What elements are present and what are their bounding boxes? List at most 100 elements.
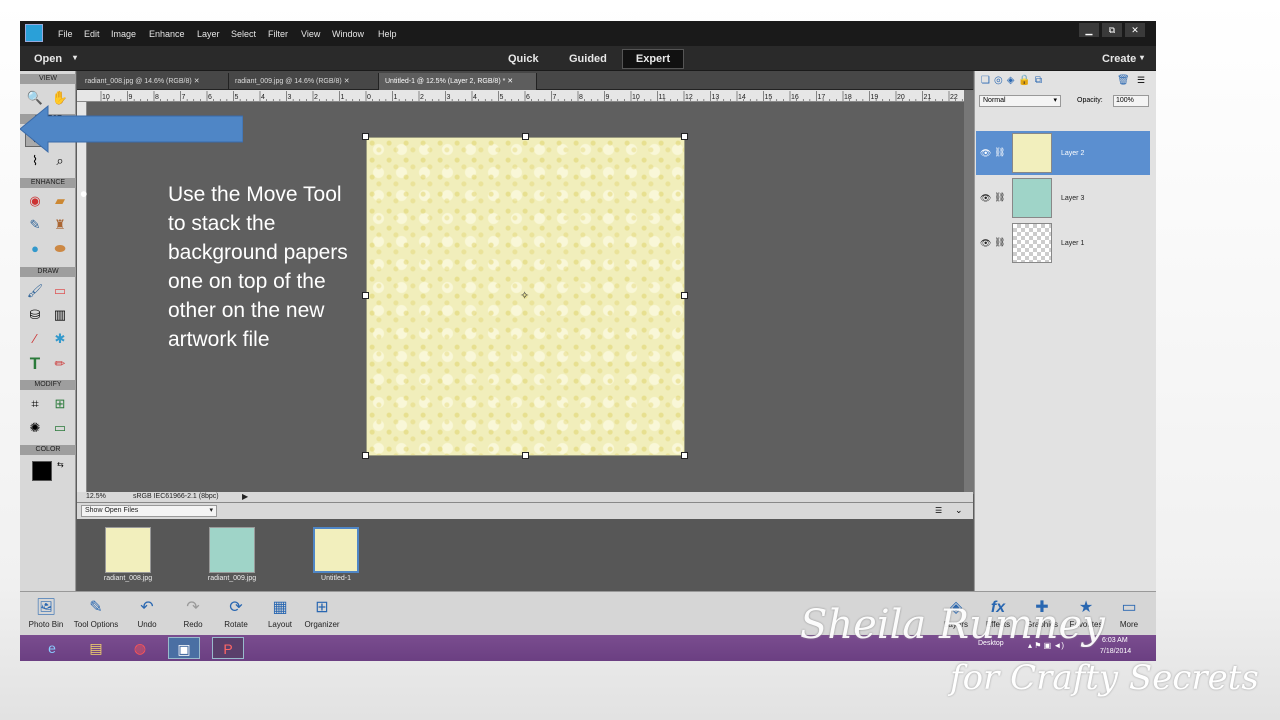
lasso-tool-icon[interactable]: ⌇ <box>25 151 45 171</box>
menu-image[interactable]: Image <box>111 29 136 39</box>
link-icon[interactable]: ⛓ <box>994 192 1005 203</box>
close-icon[interactable]: ✕ <box>194 78 200 85</box>
layer-row-layer-2[interactable]: 👁 ⛓ Layer 2 <box>976 131 1150 175</box>
tab-untitled-1[interactable]: Untitled-1 @ 12.5% (Layer 2, RGB/8) * ✕ <box>379 73 537 90</box>
photoshop-elements-icon[interactable]: ▣ <box>168 637 200 659</box>
tab-expert[interactable]: Expert <box>622 49 684 69</box>
close-button[interactable]: ✕ <box>1125 23 1145 37</box>
ruler-label: 5 <box>500 94 504 101</box>
vertical-scrollbar[interactable] <box>964 90 974 494</box>
close-icon[interactable]: ✕ <box>507 78 513 85</box>
transform-handle[interactable] <box>681 133 688 140</box>
menu-enhance[interactable]: Enhance <box>149 29 185 39</box>
tab-radiant-008[interactable]: radiant_008.jpg @ 14.6% (RGB/8) ✕ <box>79 73 229 90</box>
pencil-tool-icon[interactable]: ✏ <box>50 354 70 374</box>
opacity-field[interactable]: 100% <box>1113 95 1149 107</box>
bin-menu-icon[interactable]: ☰ <box>935 506 942 515</box>
section-view: VIEW <box>20 74 76 84</box>
organizer-icon: ⊞ <box>315 599 329 616</box>
transform-handle[interactable] <box>522 133 529 140</box>
menu-view[interactable]: View <box>301 29 320 39</box>
internet-explorer-icon[interactable]: e <box>36 637 68 659</box>
app-icon[interactable] <box>25 24 43 42</box>
chrome-icon[interactable]: ◍ <box>124 637 156 659</box>
content-aware-move-icon[interactable]: ✺ <box>25 418 45 438</box>
type-tool-icon[interactable]: T <box>25 354 45 374</box>
menu-edit[interactable]: Edit <box>84 29 100 39</box>
sponge-tool-icon[interactable]: ⬬ <box>50 239 70 259</box>
create-dropdown-icon[interactable]: ▾ <box>1140 53 1144 62</box>
menu-filter[interactable]: Filter <box>268 29 288 39</box>
organizer-button[interactable]: ⊞ Organizer <box>298 596 346 629</box>
clock-time: 6:03 AM <box>1102 637 1128 644</box>
recompose-tool-icon[interactable]: ⊞ <box>50 394 70 414</box>
healing-brush-icon[interactable]: ▰ <box>50 191 70 211</box>
eraser-tool-icon[interactable]: ▭ <box>50 281 70 301</box>
link-icon[interactable]: ⛓ <box>994 237 1005 248</box>
open-dropdown-icon[interactable]: ▾ <box>73 53 77 62</box>
bin-thumbnail-radiant-008[interactable] <box>105 527 151 573</box>
transform-handle[interactable] <box>362 452 369 459</box>
link-icon[interactable]: ⛓ <box>994 147 1005 158</box>
show-open-files-dropdown[interactable]: Show Open Files ▾ <box>81 505 217 517</box>
layer-row-layer-3[interactable]: 👁 ⛓ Layer 3 <box>976 176 1150 220</box>
restore-button[interactable]: ⧉ <box>1102 23 1122 37</box>
bin-thumbnail-radiant-009[interactable] <box>209 527 255 573</box>
panel-menu-icon[interactable]: ☰ <box>1137 75 1145 86</box>
collapse-bin-icon[interactable]: ⌄ <box>955 505 963 516</box>
menu-window[interactable]: Window <box>332 29 364 39</box>
menu-layer[interactable]: Layer <box>197 29 220 39</box>
status-arrow-icon[interactable]: ▶ <box>242 492 248 501</box>
quick-selection-icon[interactable]: ⌕ <box>50 151 70 171</box>
eyedropper-icon[interactable]: ⁄ <box>25 329 45 349</box>
tab-guided[interactable]: Guided <box>569 53 607 65</box>
close-icon[interactable]: ✕ <box>344 78 350 85</box>
menu-select[interactable]: Select <box>231 29 256 39</box>
visibility-eye-icon[interactable]: 👁 <box>980 238 991 249</box>
file-explorer-icon[interactable]: ▤ <box>80 637 112 659</box>
layer-row-layer-1[interactable]: 👁 ⛓ Layer 1 <box>976 221 1150 265</box>
menu-help[interactable]: Help <box>378 29 397 39</box>
redo-button[interactable]: ↷ Redo <box>169 596 217 629</box>
more-button[interactable]: ▭ More <box>1105 596 1153 629</box>
transform-handle[interactable] <box>522 452 529 459</box>
transform-handle[interactable] <box>362 133 369 140</box>
swap-colors-icon[interactable]: ⇆ <box>57 460 64 469</box>
transform-handle[interactable] <box>681 452 688 459</box>
blend-mode-select[interactable]: Normal ▾ <box>979 95 1061 107</box>
bin-thumbnail-untitled-1[interactable] <box>313 527 359 573</box>
foreground-color-swatch[interactable] <box>32 461 52 481</box>
smart-brush-icon[interactable]: ✎ <box>25 215 45 235</box>
visibility-eye-icon[interactable]: 👁 <box>980 193 991 204</box>
clone-stamp-icon[interactable]: ♜ <box>50 215 70 235</box>
tab-label: radiant_008.jpg @ 14.6% (RGB/8) <box>85 78 192 85</box>
transform-handle[interactable] <box>681 292 688 299</box>
ruler-label: 21 <box>924 94 932 101</box>
red-eye-icon[interactable]: ◉ <box>25 191 45 211</box>
create-button[interactable]: Create <box>1102 53 1136 65</box>
document-tabs: radiant_008.jpg @ 14.6% (RGB/8) ✕ radian… <box>77 71 973 90</box>
minimize-button[interactable]: ▁ <box>1079 23 1099 37</box>
straighten-tool-icon[interactable]: ▭ <box>50 418 70 438</box>
layout-button[interactable]: ▦ Layout <box>256 596 304 629</box>
open-button[interactable]: Open <box>34 53 62 65</box>
tool-options-button[interactable]: ✎ Tool Options <box>72 596 120 629</box>
photo-bin-button[interactable]: 🖼 Photo Bin <box>22 596 70 629</box>
blur-tool-icon[interactable]: ● <box>25 239 45 259</box>
menu-file[interactable]: File <box>58 29 73 39</box>
photo-bin: radiant_008.jpg radiant_009.jpg Untitled… <box>77 519 973 591</box>
ruler-label: 10 <box>102 94 110 101</box>
paint-bucket-icon[interactable]: ⛁ <box>25 305 45 325</box>
tab-radiant-009[interactable]: radiant_009.jpg @ 14.6% (RGB/8) ✕ <box>229 73 379 90</box>
tab-quick[interactable]: Quick <box>508 53 539 65</box>
brush-tool-icon[interactable]: 🖌 <box>25 281 45 301</box>
gradient-tool-icon[interactable]: ▥ <box>50 305 70 325</box>
custom-shape-icon[interactable]: ✱ <box>50 329 70 349</box>
delete-layer-icon[interactable]: 🗑 <box>1117 75 1130 86</box>
visibility-eye-icon[interactable]: 👁 <box>980 148 991 159</box>
layer-action-icons[interactable]: ❏◎◈🔒⧉ <box>981 75 1046 86</box>
rotate-button[interactable]: ⟳ Rotate <box>212 596 260 629</box>
undo-button[interactable]: ↶ Undo <box>123 596 171 629</box>
powerpoint-icon[interactable]: P <box>212 637 244 659</box>
crop-tool-icon[interactable]: ⌗ <box>25 394 45 414</box>
